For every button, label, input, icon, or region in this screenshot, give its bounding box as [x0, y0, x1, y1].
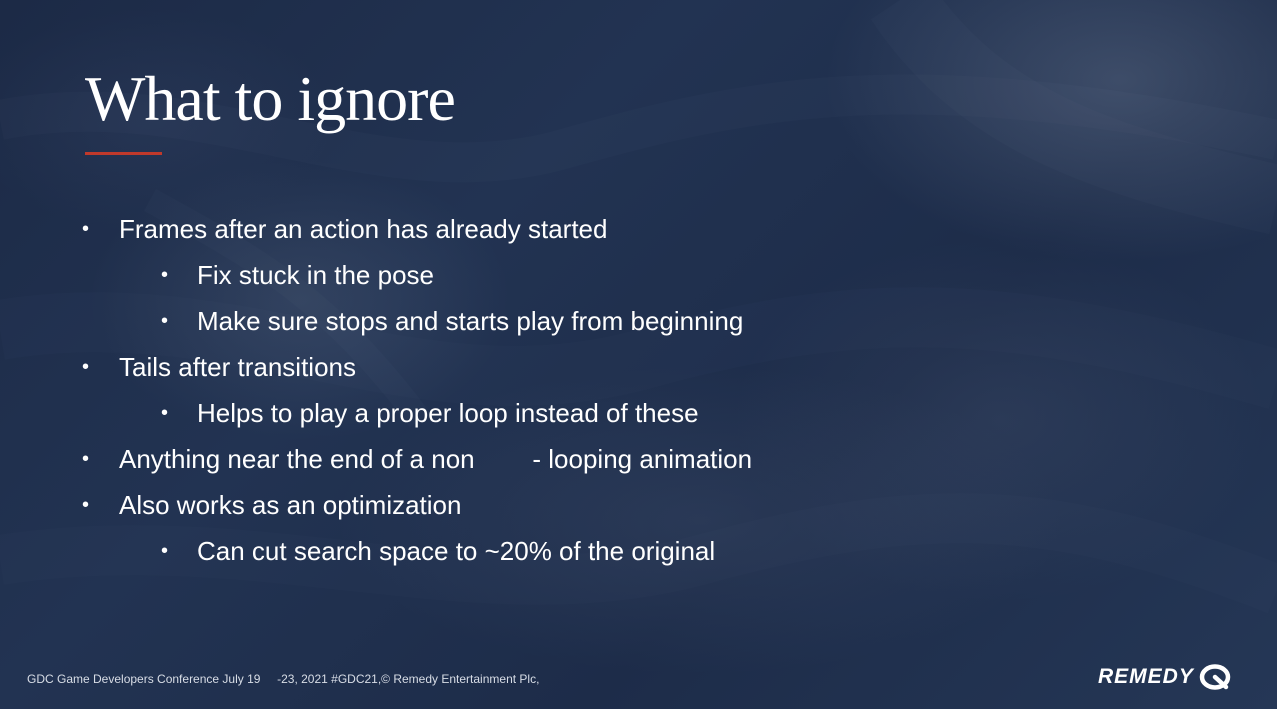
remedy-logo-icon [1199, 664, 1231, 690]
bullet-icon: • [82, 356, 90, 378]
bullet-icon: • [161, 540, 169, 562]
remedy-logo: REMEDY [1098, 662, 1231, 692]
bullet-item: • Frames after an action has already sta… [0, 206, 900, 252]
bullet-icon: • [82, 494, 90, 516]
bullet-icon: • [82, 218, 90, 240]
bullet-item: • Anything near the end of a non - loopi… [0, 436, 900, 482]
bullet-item: • Also works as an optimization [0, 482, 900, 528]
bullet-text: Tails after transitions [119, 352, 356, 382]
bullet-text: Frames after an action has already start… [119, 214, 608, 244]
sub-bullet-item: • Make sure stops and starts play from b… [0, 298, 900, 344]
footer-text: GDC Game Developers Conference July 19 -… [27, 672, 540, 686]
bullet-item: • Tails after transitions [0, 344, 900, 390]
bullet-text: Anything near the end of a non - looping… [119, 444, 753, 474]
bullet-icon: • [161, 402, 169, 424]
bullet-icon: • [161, 310, 169, 332]
logo-wordmark: REMEDY [1098, 665, 1194, 688]
sub-bullet-item: • Fix stuck in the pose [0, 252, 900, 298]
bullet-text: Also works as an optimization [119, 490, 462, 520]
sub-bullet-item: • Helps to play a proper loop instead of… [0, 390, 900, 436]
title-underline [85, 152, 162, 155]
bullet-text: Make sure stops and starts play from beg… [197, 306, 744, 336]
bullet-list: • Frames after an action has already sta… [0, 206, 900, 574]
sub-bullet-item: • Can cut search space to ~20% of the or… [0, 528, 900, 574]
bullet-text: Fix stuck in the pose [197, 260, 434, 290]
bullet-text: Helps to play a proper loop instead of t… [197, 398, 699, 428]
slide-title: What to ignore [85, 63, 456, 134]
bullet-text: Can cut search space to ~20% of the orig… [197, 536, 716, 566]
bullet-icon: • [161, 264, 169, 286]
bullet-icon: • [82, 448, 90, 470]
slide: What to ignore • Frames after an action … [0, 0, 1277, 709]
